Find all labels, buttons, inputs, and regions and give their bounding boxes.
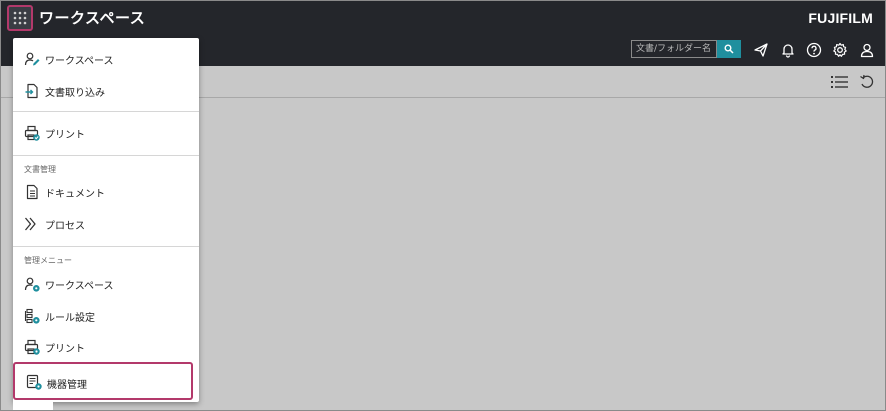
menu-item-label: ワークスペース — [45, 56, 114, 67]
refresh-icon[interactable] — [858, 73, 876, 91]
menu-item-workspace[interactable]: ワークスペース — [13, 44, 199, 74]
menu-item-label: ドキュメント — [45, 189, 105, 200]
menu-item-process[interactable]: プロセス — [13, 209, 199, 239]
app-menu: ワークスペース 文書取り込み プリント 文書管理 ドキュメント プロセス 管理メ… — [13, 38, 199, 402]
printer-check-icon — [24, 125, 40, 141]
menu-item-label: プリント — [45, 130, 85, 141]
printer-settings-icon — [24, 339, 40, 355]
rule-settings-icon — [24, 308, 40, 324]
process-chevron-icon — [25, 217, 36, 231]
menu-item-label: プロセス — [45, 221, 85, 232]
settings-gear-icon[interactable] — [831, 41, 849, 59]
section-label-admin: 管理メニュー — [24, 256, 72, 265]
menu-item-admin-print[interactable]: プリント — [13, 332, 199, 362]
menu-item-device-management[interactable]: 機器管理 — [13, 362, 193, 400]
menu-divider — [13, 155, 199, 156]
list-view-icon[interactable] — [831, 73, 849, 91]
menu-item-label: 文書取り込み — [45, 88, 105, 99]
search-input[interactable] — [631, 40, 717, 58]
menu-shadow-tail — [13, 400, 53, 410]
device-settings-icon — [26, 374, 42, 390]
menu-item-admin-workspace[interactable]: ワークスペース — [13, 269, 199, 299]
user-edit-icon — [24, 52, 40, 66]
document-icon — [26, 184, 38, 200]
menu-item-label: プリント — [45, 344, 85, 355]
menu-item-label: 機器管理 — [47, 380, 87, 391]
app-title: ワークスペース — [39, 9, 146, 27]
app-launcher-button[interactable] — [7, 5, 33, 31]
menu-item-rule-settings[interactable]: ルール設定 — [13, 301, 199, 331]
search-box — [631, 40, 741, 58]
menu-item-label: ワークスペース — [45, 281, 114, 292]
user-settings-icon — [24, 277, 40, 292]
send-icon[interactable] — [752, 41, 770, 59]
menu-divider — [13, 111, 199, 112]
menu-item-document[interactable]: ドキュメント — [13, 177, 199, 207]
search-button[interactable] — [717, 40, 741, 58]
help-icon[interactable] — [805, 41, 823, 59]
menu-item-label: ルール設定 — [45, 313, 95, 324]
search-icon — [724, 44, 734, 54]
bell-icon[interactable] — [779, 41, 797, 59]
section-label-document: 文書管理 — [24, 165, 56, 174]
grid-icon — [13, 11, 27, 25]
app-window: ワークスペース FUJIFILM 文書/フォルダー名 ワークスペース 文書取り込… — [0, 0, 886, 411]
menu-item-document-import[interactable]: 文書取り込み — [13, 76, 199, 106]
top-bar: ワークスペース FUJIFILM — [1, 1, 885, 34]
brand-logo: FUJIFILM — [808, 10, 873, 26]
menu-item-print[interactable]: プリント — [13, 118, 199, 148]
document-import-icon — [25, 83, 38, 99]
user-icon[interactable] — [858, 41, 876, 59]
menu-divider — [13, 246, 199, 247]
